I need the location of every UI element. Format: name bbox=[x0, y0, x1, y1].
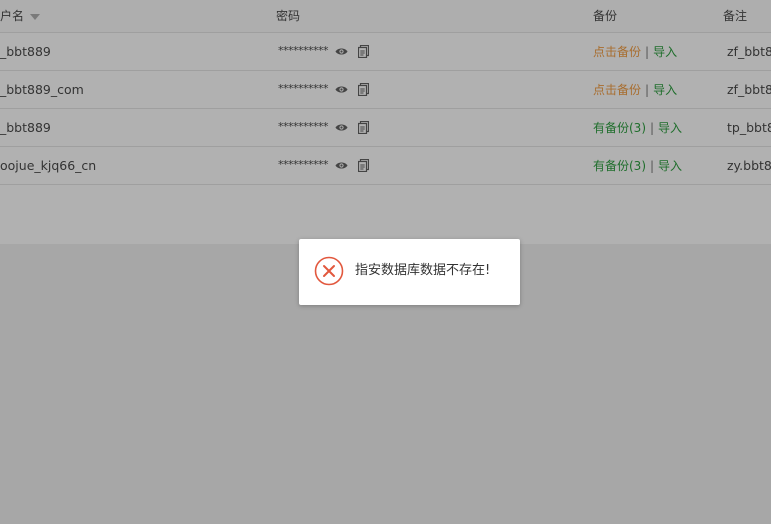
column-header-password: 密码 bbox=[276, 9, 301, 23]
username-cell: _bbt889 bbox=[0, 44, 51, 59]
sort-down-icon[interactable] bbox=[30, 13, 41, 20]
table-header: 户名 密码 备份 备注 bbox=[0, 0, 771, 33]
backup-now-link[interactable]: 点击备份 bbox=[593, 45, 641, 59]
separator: | bbox=[645, 83, 650, 97]
password-cell: ********** bbox=[278, 82, 329, 95]
backup-cell: 有备份(3) | 导入 bbox=[593, 119, 682, 137]
database-table: 户名 密码 备份 备注 _bbt889 ********** 点击备份 | 导入 zf_b… bbox=[0, 0, 771, 244]
note-cell[interactable]: zf_bbt8 bbox=[727, 81, 771, 99]
table-row: _bbt889_com ********** 点击备份 | 导入 zf_bbt8 bbox=[0, 71, 771, 109]
show-password-eye-icon[interactable] bbox=[335, 47, 348, 56]
show-password-eye-icon[interactable] bbox=[335, 161, 348, 170]
table-row: oojue_kjq66_cn ********** 有备份(3) | 导入 zy.bbt8 bbox=[0, 147, 771, 185]
password-cell: ********** bbox=[278, 44, 329, 57]
error-message: 指安数据库数据不存在! bbox=[355, 263, 491, 278]
separator: | bbox=[650, 121, 655, 135]
import-link[interactable]: 导入 bbox=[658, 121, 682, 135]
username-cell: _bbt889 bbox=[0, 120, 51, 135]
view-backups-link[interactable]: 有备份(3) bbox=[593, 121, 646, 135]
backup-cell: 点击备份 | 导入 bbox=[593, 43, 677, 61]
error-dialog: 指安数据库数据不存在! bbox=[299, 239, 520, 305]
copy-password-icon[interactable] bbox=[358, 121, 369, 134]
import-link[interactable]: 导入 bbox=[658, 159, 682, 173]
password-cell: ********** bbox=[278, 120, 329, 133]
copy-password-icon[interactable] bbox=[358, 83, 369, 96]
copy-password-icon[interactable] bbox=[358, 159, 369, 172]
table-row: _bbt889 ********** 点击备份 | 导入 zf_bbt8 bbox=[0, 33, 771, 71]
note-cell[interactable]: zf_bbt8 bbox=[727, 43, 771, 61]
separator: | bbox=[645, 45, 650, 59]
note-cell[interactable]: zy.bbt8 bbox=[727, 157, 771, 175]
password-cell: ********** bbox=[278, 158, 329, 171]
table-row: _bbt889 ********** 有备份(3) | 导入 tp_bbt8 bbox=[0, 109, 771, 147]
column-header-username[interactable]: 户名 bbox=[0, 7, 41, 25]
backup-cell: 有备份(3) | 导入 bbox=[593, 157, 682, 175]
table-footer bbox=[0, 185, 771, 244]
error-circle-x-icon bbox=[314, 256, 344, 286]
column-header-note: 备注 bbox=[723, 9, 748, 23]
view-backups-link[interactable]: 有备份(3) bbox=[593, 159, 646, 173]
import-link[interactable]: 导入 bbox=[653, 45, 677, 59]
username-cell: _bbt889_com bbox=[0, 82, 84, 97]
column-header-backup: 备份 bbox=[593, 9, 618, 23]
copy-password-icon[interactable] bbox=[358, 45, 369, 58]
column-header-username-label: 户名 bbox=[0, 9, 25, 23]
show-password-eye-icon[interactable] bbox=[335, 85, 348, 94]
separator: | bbox=[650, 159, 655, 173]
show-password-eye-icon[interactable] bbox=[335, 123, 348, 132]
username-cell: oojue_kjq66_cn bbox=[0, 158, 97, 173]
note-cell[interactable]: tp_bbt8 bbox=[727, 119, 771, 137]
import-link[interactable]: 导入 bbox=[653, 83, 677, 97]
backup-now-link[interactable]: 点击备份 bbox=[593, 83, 641, 97]
backup-cell: 点击备份 | 导入 bbox=[593, 81, 677, 99]
